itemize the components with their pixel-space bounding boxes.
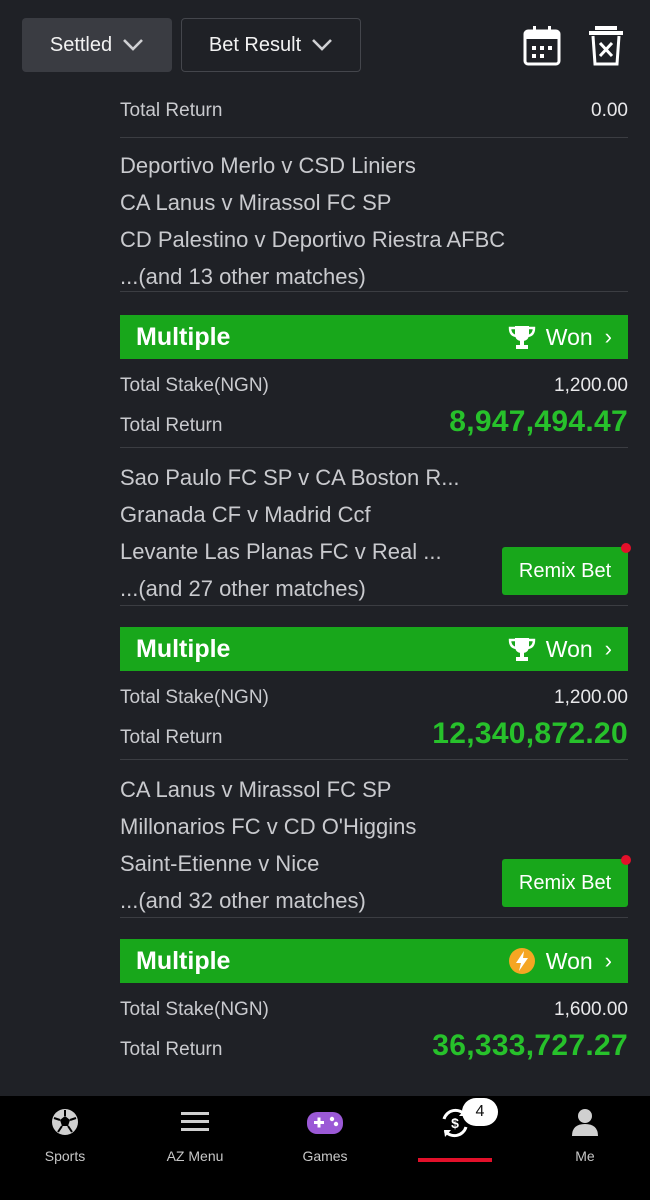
total-return-label: Total Return [120,727,223,748]
match-list: Deportivo Merlo v CSD Liniers CA Lanus v… [120,138,628,291]
total-stake-row: Total Stake(NGN) 1,600.00 [120,999,628,1029]
nav-az-menu[interactable]: AZ Menu [130,1096,260,1200]
total-return-row: Total Return 12,340,872.20 [120,717,628,757]
match-name: CA Lanus v Mirassol FC SP [120,190,392,215]
bet-status: Won [508,324,593,351]
match-list: Sao Paulo FC SP v CA Boston R... Granada… [120,448,631,605]
bet-type: Multiple [136,322,231,351]
status-filter-label: Settled [49,33,113,56]
match-name: Deportivo Merlo v CSD Liniers [120,153,416,178]
remix-bet-button[interactable]: Remix Bet [502,543,631,595]
nav-me[interactable]: Me [520,1096,650,1200]
match-name: Granada CF v Madrid Ccf [120,502,371,527]
chevron-down-icon [312,39,333,51]
match-name: Sao Paulo FC SP v CA Boston R... [120,465,460,490]
total-return-label: Total Return [120,415,223,436]
chevron-right-icon: › [604,324,612,349]
match-name: CA Lanus v Mirassol FC SP [120,777,392,802]
total-stake-value: 1,200.00 [554,687,628,708]
remix-bet-button[interactable]: Remix Bet [502,855,631,907]
total-stake-label: Total Stake(NGN) [120,375,269,396]
nav-games[interactable]: Games [260,1096,390,1200]
match-list: CA Lanus v Mirassol FC SP Millonarios FC… [120,760,631,917]
nav-sports[interactable]: Sports [0,1096,130,1200]
open-bets-badge: 4 [462,1098,498,1126]
bottom-nav: Sports AZ Menu Games $ 4 Me [0,1096,650,1200]
total-stake-label: Total Stake(NGN) [120,999,269,1020]
user-icon [572,1109,598,1136]
total-stake-row: Total Stake(NGN) 1,200.00 [120,375,628,405]
total-stake-value: 1,200.00 [554,375,628,396]
filter-bar: Settled Bet Result [0,0,650,90]
bet-result-filter-dropdown[interactable]: Bet Result [181,18,361,72]
bet-type: Multiple [136,634,231,663]
bet-banner[interactable]: Multiple Won › [120,315,628,359]
svg-text:$: $ [451,1115,459,1131]
remix-bet-label: Remix Bet [518,871,612,894]
nav-open-bets[interactable]: $ 4 [390,1096,520,1200]
delete-icon[interactable] [586,24,626,68]
total-return-row: Total Return 36,333,727.27 [120,1029,628,1069]
calendar-icon[interactable] [522,24,562,68]
nav-az-menu-label: AZ Menu [166,1148,224,1164]
active-tab-indicator [418,1158,492,1162]
total-return-value: 0.00 [591,100,628,121]
total-return-label: Total Return [120,100,223,121]
bet-history-list: Total Return 0.00 Deportivo Merlo v CSD … [120,90,631,1069]
match-name: CD Palestino v Deportivo Riestra AFBC [120,227,506,252]
total-stake-label: Total Stake(NGN) [120,687,269,708]
menu-icon [181,1112,209,1131]
bet-status: Won [508,636,593,663]
total-stake-value: 1,600.00 [554,999,628,1020]
bet-banner[interactable]: Multiple Won › [120,939,628,983]
status-filter-dropdown[interactable]: Settled [22,18,172,72]
notification-dot [621,543,631,553]
trophy-icon [508,326,535,349]
bet-status-label: Won [545,323,593,350]
nav-me-label: Me [575,1148,595,1164]
total-return-label: Total Return [120,1039,223,1060]
bet-status: Won [508,947,593,975]
trophy-icon [508,638,535,661]
bet-banner[interactable]: Multiple Won › [120,627,628,671]
total-return-value: 8,947,494.47 [449,405,628,438]
soccer-ball-icon [52,1109,78,1135]
match-name: Millonarios FC v CD O'Higgins [120,814,417,839]
remix-bet-label: Remix Bet [518,559,612,582]
total-return-value: 36,333,727.27 [432,1029,628,1062]
more-matches: ...(and 13 other matches) [120,264,366,289]
bet-status-label: Won [545,635,593,662]
chevron-down-icon [123,39,144,51]
chevron-right-icon: › [604,636,612,661]
total-return-value: 12,340,872.20 [432,717,628,750]
total-return-row: Total Return 0.00 [120,100,628,128]
notification-dot [621,855,631,865]
lightning-icon [508,948,535,974]
bet-result-filter-label: Bet Result [208,33,302,56]
gamepad-icon [307,1112,343,1134]
nav-sports-label: Sports [44,1148,86,1164]
chevron-right-icon: › [604,948,612,973]
bet-status-label: Won [545,947,593,974]
bet-type: Multiple [136,946,231,975]
nav-games-label: Games [302,1148,348,1164]
total-return-row: Total Return 8,947,494.47 [120,405,628,445]
total-stake-row: Total Stake(NGN) 1,200.00 [120,687,628,717]
